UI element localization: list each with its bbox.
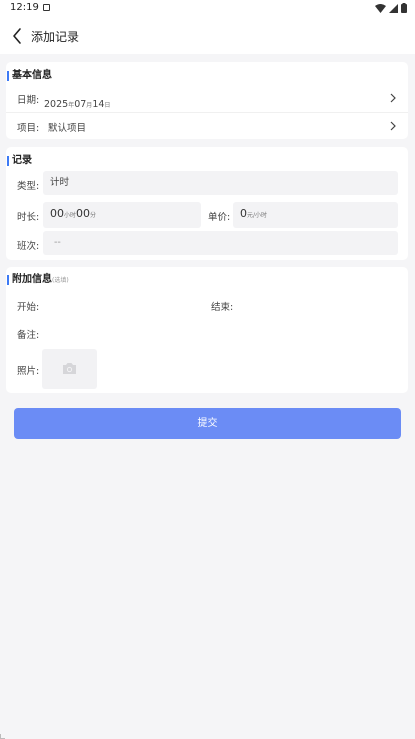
date-value: 2025年07月14日 [44,99,111,110]
status-icons [375,3,407,13]
shift-field[interactable]: -- [43,231,398,255]
record-card: 记录 类型: 计时 时长: 00小时00分 单价: 0元/小时 班次: -- [6,147,408,260]
note-label: 备注: [17,330,40,341]
project-row[interactable]: 项目: 默认项目 [6,114,408,138]
optional-hint: (选填) [52,277,69,284]
page-title: 添加记录 [31,30,80,44]
wifi-icon [375,3,386,13]
corner-mark [0,734,5,739]
price-field[interactable]: 0元/小时 [233,202,398,228]
chevron-right-icon [390,93,396,103]
sim-icon [43,4,50,11]
date-label: 日期: [17,95,40,106]
extra-info-title: 附加信息(选填) [6,274,69,287]
divider [6,112,408,113]
add-photo-button[interactable] [42,349,97,389]
basic-info-title: 基本信息 [6,70,52,82]
type-label: 类型: [17,181,40,192]
project-label: 项目: [17,123,40,134]
start-label: 开始: [17,302,40,313]
date-row[interactable]: 日期: 2025年07月14日 [6,86,408,110]
status-time: 12:19 [10,2,39,13]
basic-info-card: 基本信息 日期: 2025年07月14日 项目: 默认项目 [6,62,408,139]
price-label: 单价: [208,212,231,223]
project-value: 默认项目 [48,123,87,134]
signal-icon [389,3,398,13]
camera-icon [63,363,76,374]
photo-label: 照片: [17,366,40,377]
extra-info-card: 附加信息(选填) 开始: 结束: 备注: 照片: [6,267,408,393]
chevron-right-icon [390,121,396,131]
end-label: 结束: [211,302,234,313]
status-bar: 12:19 [0,0,415,18]
duration-label: 时长: [17,212,40,223]
nav-bar: 添加记录 [0,18,415,54]
battery-icon [401,3,407,13]
submit-button[interactable]: 提交 [14,408,401,439]
shift-label: 班次: [17,241,40,252]
duration-field[interactable]: 00小时00分 [43,202,201,228]
record-title: 记录 [6,155,32,167]
type-field[interactable]: 计时 [43,171,398,195]
back-arrow-icon[interactable] [10,27,24,45]
